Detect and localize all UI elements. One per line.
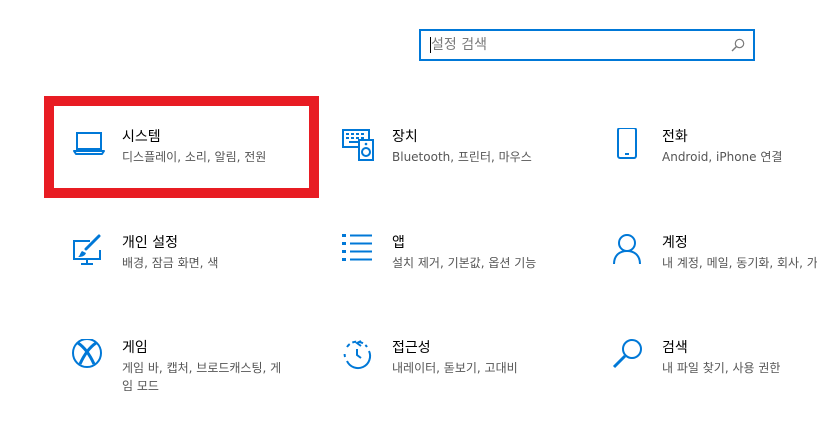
tile-description: 설치 제거, 기본값, 옵션 기능 <box>392 256 537 270</box>
tile-description: 내 계정, 메일, 동기화, 회사, 가족 <box>662 256 817 270</box>
tile-description: 배경, 잠금 화면, 색 <box>122 256 219 270</box>
tile-title: 장치 <box>392 129 418 145</box>
tile-apps[interactable]: 앱 설치 제거, 기본값, 옵션 기능 <box>342 234 582 314</box>
tile-description: Android, iPhone 연결 <box>662 150 783 164</box>
keyboard-speaker-icon <box>342 128 378 164</box>
tile-title: 접근성 <box>392 340 431 356</box>
tile-title: 게임 <box>122 340 148 356</box>
tile-description: 디스플레이, 소리, 알림, 전원 <box>122 150 267 164</box>
search-icon[interactable] <box>730 37 746 53</box>
apps-list-icon <box>342 234 378 270</box>
phone-icon <box>612 128 648 164</box>
tile-description: 내 파일 찾기, 사용 권한 <box>662 361 781 375</box>
tile-description: 내레이터, 돋보기, 고대비 <box>392 361 518 375</box>
tile-accounts[interactable]: 계정 내 계정, 메일, 동기화, 회사, 가족 <box>612 234 817 314</box>
tile-phone[interactable]: 전화 Android, iPhone 연결 <box>612 128 817 208</box>
personalization-brush-icon <box>72 234 108 270</box>
search-box[interactable] <box>419 29 755 61</box>
tile-title: 앱 <box>392 235 405 251</box>
person-icon <box>612 234 648 270</box>
search-icon <box>612 339 648 375</box>
tile-description: Bluetooth, 프린터, 마우스 <box>392 150 532 164</box>
tile-ease-of-access[interactable]: 접근성 내레이터, 돋보기, 고대비 <box>342 339 582 419</box>
tile-title: 개인 설정 <box>122 235 178 251</box>
tile-title: 계정 <box>662 235 688 251</box>
tile-devices[interactable]: 장치 Bluetooth, 프린터, 마우스 <box>342 128 582 208</box>
ease-of-access-icon <box>342 339 378 375</box>
tile-personalization[interactable]: 개인 설정 배경, 잠금 화면, 색 <box>72 234 312 314</box>
tile-title: 검색 <box>662 340 688 356</box>
tile-description: 게임 바, 캡처, 브로드캐스팅, 게임 모드 <box>122 361 282 393</box>
tile-title: 시스템 <box>122 129 161 145</box>
laptop-icon <box>72 128 108 164</box>
tile-gaming[interactable]: 게임 게임 바, 캡처, 브로드캐스팅, 게임 모드 <box>72 339 312 419</box>
tile-title: 전화 <box>662 129 688 145</box>
search-input[interactable] <box>431 35 721 55</box>
xbox-icon <box>72 339 108 375</box>
tile-system[interactable]: 시스템 디스플레이, 소리, 알림, 전원 <box>72 128 312 208</box>
tile-search[interactable]: 검색 내 파일 찾기, 사용 권한 <box>612 339 817 419</box>
